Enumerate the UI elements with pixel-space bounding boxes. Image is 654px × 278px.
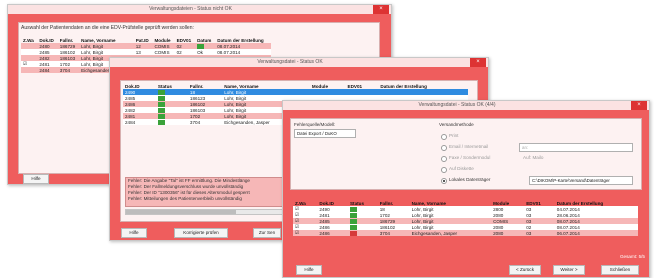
check-corrected-button[interactable]: Korrigierte prüfen: [174, 228, 228, 238]
cell-dok-id: 2484: [123, 119, 156, 125]
status-ok-icon: [197, 43, 205, 49]
source-label: Fehlerquelle/Modell:: [294, 122, 336, 127]
radio-local-storage[interactable]: [441, 178, 447, 184]
cell-name: Eichgesanden, Jasper: [409, 230, 492, 236]
send-button[interactable]: Zur Sen: [253, 228, 281, 238]
cell-edv: 03: [524, 230, 555, 236]
status-ok-icon: [157, 107, 165, 113]
log-line: Fehler: Mitteilungen des Patientenverble…: [128, 196, 242, 201]
status-ok-icon: [157, 101, 165, 107]
fax-label: Auf: Mailo: [523, 155, 544, 160]
window-title: Verwaltungsdatei - Status OK (4/4): [418, 102, 496, 108]
cell-erstellung: 06.07.2014: [554, 230, 638, 236]
status-ok-icon: [157, 113, 165, 119]
cell-fallnr: 3704: [57, 67, 80, 73]
close-button[interactable]: ×: [631, 101, 647, 110]
close-button[interactable]: ×: [470, 58, 486, 67]
option-label: Lokales Datenträger: [449, 177, 491, 182]
next-button[interactable]: Weiter >: [553, 265, 585, 275]
status-error-icon: [349, 230, 357, 236]
table-row[interactable]: ☑ 2486 3704 Eichgesanden, Jasper 2080 03…: [293, 230, 638, 236]
cell-fallnr: 3704: [377, 230, 410, 236]
cell-module: 2080: [491, 230, 525, 236]
radio-diskette[interactable]: [441, 167, 447, 173]
method-heading: Versandmethode: [439, 122, 474, 127]
status-ok-icon: [157, 89, 165, 95]
row-checkbox[interactable]: ☑: [293, 230, 318, 236]
option-label: Email / Internetmail: [449, 144, 489, 149]
title-bar[interactable]: Verwaltungsdateien - Status nicht OK ×: [8, 5, 391, 14]
row-checkbox[interactable]: [21, 67, 38, 73]
back-button[interactable]: < Zurück: [509, 265, 541, 275]
total-count: Gesamt: 5/5: [619, 254, 645, 259]
email-field[interactable]: an:: [519, 143, 633, 152]
cell-status: [347, 230, 378, 236]
error-log: Fehler: Die Angabe "Tal" ist FF ermittlu…: [125, 177, 287, 207]
option-label: Print: [449, 133, 459, 138]
window-title: Verwaltungsdateien - Status nicht OK: [149, 6, 232, 12]
status-ok-icon: [157, 95, 165, 101]
status-ok-icon: [349, 212, 357, 218]
send-table: Z.Wa Dok.ID Status Fallnr. Name, Vorname…: [293, 200, 638, 236]
source-select[interactable]: Datei Export / DuKO: [294, 129, 356, 138]
help-button[interactable]: Hilfe: [23, 174, 49, 184]
option-label: Auf Diskette: [449, 166, 474, 171]
status-ok-icon: [349, 218, 357, 224]
status-ok-icon: [349, 206, 357, 212]
path-field[interactable]: C:\DIKOM\P-Karte\Versand\Datenträger: [529, 176, 633, 185]
cell-dok-id: 2484: [37, 67, 58, 73]
status-ok-icon: [157, 119, 165, 125]
help-button[interactable]: Hilfe: [296, 265, 322, 275]
window-ok-send: Verwaltungsdatei - Status OK (4/4) × Feh…: [282, 100, 650, 278]
status-ok-icon: [349, 224, 357, 230]
radio-fax[interactable]: [441, 156, 447, 162]
help-button[interactable]: Hilfe: [121, 228, 147, 238]
title-bar[interactable]: Verwaltungsdatei - Status OK ×: [110, 58, 488, 67]
title-bar[interactable]: Verwaltungsdatei - Status OK (4/4) ×: [283, 101, 649, 110]
instruction-text: Auswahl der Patientendaten an die eine E…: [21, 25, 194, 31]
cell-dok-id: 2486: [317, 230, 348, 236]
radio-print[interactable]: [441, 134, 447, 140]
cell-status: [155, 119, 188, 125]
col-header[interactable]: Datum der Erstellung: [215, 37, 271, 43]
option-label: Faxe / Sondermodul: [449, 155, 491, 160]
window-title: Verwaltungsdatei - Status OK: [257, 59, 323, 65]
scroll-thumb[interactable]: [126, 210, 236, 214]
radio-email[interactable]: [441, 145, 447, 151]
close-dialog-button[interactable]: Schließen: [601, 265, 639, 275]
settings-pane: Fehlerquelle/Modell: Datei Export / DuKO…: [290, 118, 642, 190]
close-button[interactable]: ×: [373, 5, 389, 14]
cell-fallnr: 3704: [187, 119, 223, 125]
